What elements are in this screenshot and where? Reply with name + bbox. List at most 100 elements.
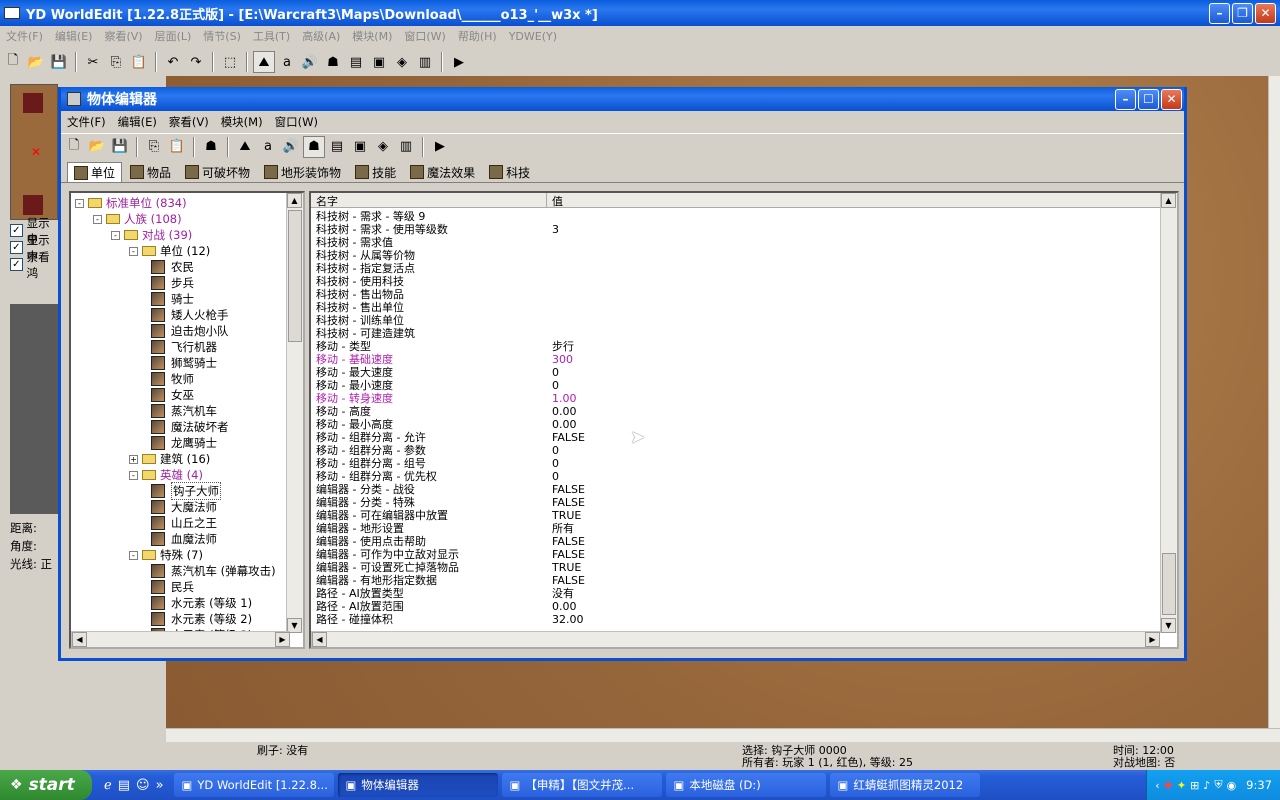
oe-object-icon[interactable]: ☗ <box>303 135 325 158</box>
tab-3[interactable]: 地形装饰物 <box>258 162 347 182</box>
test-map-icon[interactable]: ▶ <box>448 51 470 73</box>
grid-row[interactable]: 科技树 - 售出单位 <box>313 301 1153 314</box>
tab-6[interactable]: 科技 <box>483 162 536 182</box>
tree-scroll-thumb[interactable] <box>288 210 302 342</box>
unit-icon[interactable]: a <box>276 51 298 73</box>
expand-toggle-icon[interactable]: - <box>129 246 138 256</box>
grid-row[interactable]: 路径 - AI放置范围 0.00 <box>313 600 1153 613</box>
grid-scroll-down-icon[interactable]: ▼ <box>1161 618 1176 633</box>
oe-save-icon[interactable]: 💾 <box>109 136 131 158</box>
oe-import-icon[interactable]: ◈ <box>372 136 394 158</box>
tree-item[interactable]: 牧师 <box>71 371 287 387</box>
menu-item[interactable]: 编辑(E) <box>49 28 99 44</box>
grid-row[interactable]: 移动 - 最小速度 0 <box>313 379 1153 392</box>
menu-item[interactable]: 察看(V) <box>98 28 148 44</box>
tree-item[interactable]: 狮鹫骑士 <box>71 355 287 371</box>
menu-item[interactable]: 文件(F) <box>0 28 49 44</box>
chevron-icon[interactable]: » <box>156 778 164 793</box>
tree-item[interactable]: - 对战 (39) <box>71 227 287 243</box>
tray-app-icon[interactable]: ✚ <box>1164 779 1173 792</box>
grid-row[interactable]: 科技树 - 使用科技 <box>313 275 1153 288</box>
tree-item[interactable]: 蒸汽机车 (弹幕攻击) <box>71 563 287 579</box>
menu-item[interactable]: 高级(A) <box>296 28 346 44</box>
grid-row[interactable]: 编辑器 - 可作为中立敌对显示 FALSE <box>313 548 1153 561</box>
oe-terrain-icon[interactable]: ⛰ <box>234 136 256 158</box>
tree-item[interactable]: 血魔法师 <box>71 531 287 547</box>
oe-script-icon[interactable]: ▥ <box>395 136 417 158</box>
tree-item[interactable]: 飞行机器 <box>71 339 287 355</box>
tree-vscrollbar[interactable]: ▲ ▼ <box>286 193 303 633</box>
grid-hscrollbar[interactable]: ◀ ▶ <box>311 631 1160 647</box>
tray-chevron-icon[interactable]: ‹ <box>1155 779 1159 792</box>
tree-item[interactable]: - 单位 (12) <box>71 243 287 259</box>
tree-item[interactable]: - 标准单位 (834) <box>71 195 287 211</box>
tree-item[interactable]: - 人族 (108) <box>71 211 287 227</box>
check-row[interactable]: ✓ 察看鸿 <box>10 250 60 280</box>
paste-icon[interactable]: 📋 <box>128 51 150 73</box>
task-button[interactable]: ▣ 物体编辑器 <box>337 773 498 797</box>
grid-scroll-left-icon[interactable]: ◀ <box>312 632 327 647</box>
tree-item[interactable]: 矮人火枪手 <box>71 307 287 323</box>
grid-row[interactable]: 移动 - 组群分离 - 组号 0 <box>313 457 1153 470</box>
ie-icon[interactable]: ℯ <box>104 778 112 793</box>
tree-item[interactable]: 水元素 (等级 2) <box>71 611 287 627</box>
cut-icon[interactable]: ✂ <box>82 51 104 73</box>
object-editor-icon[interactable]: ☗ <box>322 51 344 73</box>
grid-row[interactable]: 路径 - AI放置类型 没有 <box>313 587 1153 600</box>
redo-icon[interactable]: ↷ <box>185 51 207 73</box>
tray-plus-icon[interactable]: ✦ <box>1177 779 1186 792</box>
minimap[interactable] <box>10 304 60 514</box>
oe-new-icon[interactable]: 🗋 <box>63 136 85 158</box>
undo-icon[interactable]: ↶ <box>162 51 184 73</box>
tree-item[interactable]: 钩子大师 <box>71 482 287 500</box>
restore-button[interactable]: ❐ <box>1232 2 1253 24</box>
grid-scroll-up-icon[interactable]: ▲ <box>1161 193 1176 208</box>
script-icon[interactable]: ▥ <box>414 51 436 73</box>
grid-row[interactable]: 编辑器 - 使用点击帮助 FALSE <box>313 535 1153 548</box>
grid-row[interactable]: 科技树 - 指定复活点 <box>313 262 1153 275</box>
grid-row[interactable]: 移动 - 基础速度 300 <box>313 353 1153 366</box>
oe-maximize-button[interactable]: ☐ <box>1138 88 1159 110</box>
grid-row[interactable]: 编辑器 - 地形设置 所有 <box>313 522 1153 535</box>
scroll-left-icon[interactable]: ◀ <box>72 632 87 647</box>
grid-row[interactable]: 科技树 - 需求 - 等级 9 <box>313 210 1153 223</box>
grid-row[interactable]: 移动 - 高度 0.00 <box>313 405 1153 418</box>
task-button[interactable]: ▣ 红蜻蜓抓图精灵2012 <box>829 773 980 797</box>
terrain-icon[interactable]: ⛰ <box>253 51 275 73</box>
grid-row[interactable]: 科技树 - 训练单位 <box>313 314 1153 327</box>
copy-icon[interactable]: ⎘ <box>105 51 127 73</box>
tree-item[interactable]: 魔法破坏者 <box>71 419 287 435</box>
tab-4[interactable]: 技能 <box>349 162 402 182</box>
people-icon[interactable]: ☺ <box>136 778 150 793</box>
menu-item[interactable]: 工具(T) <box>247 28 296 44</box>
grid-row[interactable]: 移动 - 最小高度 0.00 <box>313 418 1153 431</box>
column-header-value[interactable]: 值 <box>547 193 563 208</box>
expand-toggle-icon[interactable]: - <box>75 198 84 208</box>
menu-item[interactable]: 帮助(H) <box>452 28 503 44</box>
menu-item[interactable]: 情节(S) <box>197 28 247 44</box>
grid-row[interactable]: 科技树 - 从属等价物 <box>313 249 1153 262</box>
column-header-name[interactable]: 名字 <box>311 193 547 208</box>
grid-row[interactable]: 编辑器 - 分类 - 特殊 FALSE <box>313 496 1153 509</box>
expand-toggle-icon[interactable]: - <box>111 230 120 240</box>
oe-copy-icon[interactable]: ⎘ <box>143 136 165 158</box>
tree-hscrollbar[interactable]: ◀ ▶ <box>71 631 290 647</box>
tab-0[interactable]: 单位 <box>67 162 123 182</box>
expand-toggle-icon[interactable]: - <box>129 470 138 480</box>
map-vscrollbar[interactable] <box>1268 76 1280 728</box>
grid-row[interactable]: 路径 - 碰撞体积 32.00 <box>313 613 1153 626</box>
tree-item[interactable]: 骑士 <box>71 291 287 307</box>
tree-item[interactable]: 女巫 <box>71 387 287 403</box>
sound-icon[interactable]: 🔊 <box>299 51 321 73</box>
open-icon[interactable]: 📂 <box>25 51 47 73</box>
save-icon[interactable]: 💾 <box>48 51 70 73</box>
expand-toggle-icon[interactable]: + <box>129 454 138 464</box>
scroll-right-icon[interactable]: ▶ <box>275 632 290 647</box>
tree-item[interactable]: - 英雄 (4) <box>71 467 287 483</box>
tray-network-icon[interactable]: ⊞ <box>1190 779 1199 792</box>
tab-1[interactable]: 物品 <box>124 162 177 182</box>
tree-item[interactable]: 大魔法师 <box>71 499 287 515</box>
menu-item[interactable]: 层面(L) <box>149 28 198 44</box>
tree-item[interactable]: - 特殊 (7) <box>71 547 287 563</box>
grid-row[interactable]: 移动 - 组群分离 - 允许 FALSE <box>313 431 1153 444</box>
